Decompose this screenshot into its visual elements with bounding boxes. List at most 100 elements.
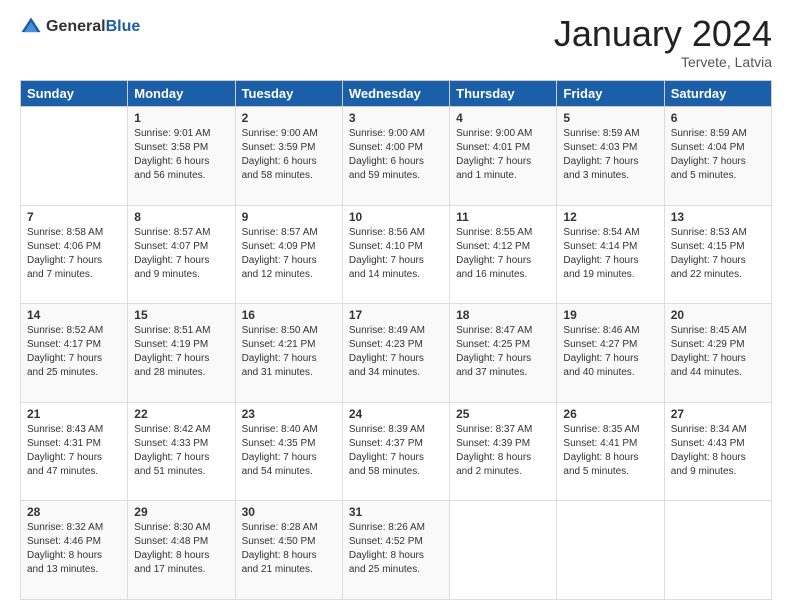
calendar-week-2: 7Sunrise: 8:58 AMSunset: 4:06 PMDaylight… (21, 205, 772, 304)
calendar-cell: 24 Sunrise: 8:39 AMSunset: 4:37 PMDayligh… (342, 402, 449, 501)
day-info: Sunrise: 8:58 AMSunset: 4:06 PMDaylight:… (27, 226, 121, 282)
day-number: 24 (349, 407, 443, 421)
calendar-cell: 31 Sunrise: 8:26 AMSunset: 4:52 PMDayligh… (342, 501, 449, 600)
calendar-cell: 1Sunrise: 9:01 AMSunset: 3:58 PMDaylight… (128, 107, 235, 206)
day-info: Sunrise: 8:57 AMSunset: 4:07 PMDaylight:… (134, 226, 228, 282)
logo-general: General (46, 18, 106, 35)
day-info: Sunrise: 8:56 AMSunset: 4:10 PMDaylight:… (349, 226, 443, 282)
day-number: 15 (134, 308, 228, 322)
day-number: 31 (349, 505, 443, 519)
calendar-cell (557, 501, 664, 600)
header-friday: Friday (557, 81, 664, 107)
day-info: Sunrise: 8:34 AMSunset: 4:43 PMDaylight:… (671, 423, 765, 479)
location: Tervete, Latvia (554, 54, 772, 70)
day-number: 26 (563, 407, 657, 421)
day-number: 30 (242, 505, 336, 519)
day-number: 2 (242, 111, 336, 125)
day-number: 19 (563, 308, 657, 322)
calendar: Sunday Monday Tuesday Wednesday Thursday… (20, 80, 772, 600)
calendar-cell (21, 107, 128, 206)
day-number: 12 (563, 210, 657, 224)
calendar-cell: 17Sunrise: 8:49 AMSunset: 4:23 PMDayligh… (342, 304, 449, 403)
day-info: Sunrise: 8:26 AMSunset: 4:52 PMDaylight:… (349, 521, 443, 577)
header-saturday: Saturday (664, 81, 771, 107)
calendar-cell: 21Sunrise: 8:43 AMSunset: 4:31 PMDayligh… (21, 402, 128, 501)
day-number: 16 (242, 308, 336, 322)
day-number: 27 (671, 407, 765, 421)
day-info: Sunrise: 8:40 AMSunset: 4:35 PMDaylight:… (242, 423, 336, 479)
calendar-cell: 12 Sunrise: 8:54 AMSunset: 4:14 PMDayligh… (557, 205, 664, 304)
day-info: Sunrise: 8:30 AMSunset: 4:48 PMDaylight:… (134, 521, 228, 577)
page: GeneralBlue January 2024 Tervete, Latvia… (0, 0, 792, 612)
calendar-cell: 3Sunrise: 9:00 AMSunset: 4:00 PMDaylight… (342, 107, 449, 206)
day-info: Sunrise: 8:57 AMSunset: 4:09 PMDaylight:… (242, 226, 336, 282)
day-number: 21 (27, 407, 121, 421)
day-info: Sunrise: 8:49 AMSunset: 4:23 PMDaylight:… (349, 324, 443, 380)
day-number: 8 (134, 210, 228, 224)
calendar-week-1: 1Sunrise: 9:01 AMSunset: 3:58 PMDaylight… (21, 107, 772, 206)
day-number: 1 (134, 111, 228, 125)
day-number: 11 (456, 210, 550, 224)
calendar-cell: 25 Sunrise: 8:37 AMSunset: 4:39 PMDayligh… (450, 402, 557, 501)
day-number: 28 (27, 505, 121, 519)
calendar-cell: 27 Sunrise: 8:34 AMSunset: 4:43 PMDayligh… (664, 402, 771, 501)
month-title: January 2024 (554, 16, 772, 52)
calendar-cell: 13Sunrise: 8:53 AMSunset: 4:15 PMDayligh… (664, 205, 771, 304)
calendar-cell: 5Sunrise: 8:59 AMSunset: 4:03 PMDaylight… (557, 107, 664, 206)
logo-text: GeneralBlue (46, 18, 140, 36)
day-info: Sunrise: 8:37 AMSunset: 4:39 PMDaylight:… (456, 423, 550, 479)
header-wednesday: Wednesday (342, 81, 449, 107)
day-info: Sunrise: 9:00 AMSunset: 3:59 PMDaylight:… (242, 127, 336, 183)
calendar-cell: 10 Sunrise: 8:56 AMSunset: 4:10 PMDayligh… (342, 205, 449, 304)
calendar-week-5: 28 Sunrise: 8:32 AMSunset: 4:46 PMDayligh… (21, 501, 772, 600)
calendar-cell: 22Sunrise: 8:42 AMSunset: 4:33 PMDayligh… (128, 402, 235, 501)
logo-icon (20, 16, 42, 38)
calendar-table: Sunday Monday Tuesday Wednesday Thursday… (20, 80, 772, 600)
day-number: 13 (671, 210, 765, 224)
day-number: 10 (349, 210, 443, 224)
day-number: 23 (242, 407, 336, 421)
calendar-cell: 26 Sunrise: 8:35 AMSunset: 4:41 PMDayligh… (557, 402, 664, 501)
weekday-header-row: Sunday Monday Tuesday Wednesday Thursday… (21, 81, 772, 107)
calendar-cell: 6 Sunrise: 8:59 AMSunset: 4:04 PMDaylight… (664, 107, 771, 206)
day-number: 6 (671, 111, 765, 125)
header-sunday: Sunday (21, 81, 128, 107)
day-info: Sunrise: 8:28 AMSunset: 4:50 PMDaylight:… (242, 521, 336, 577)
day-info: Sunrise: 8:35 AMSunset: 4:41 PMDaylight:… (563, 423, 657, 479)
calendar-cell: 11 Sunrise: 8:55 AMSunset: 4:12 PMDayligh… (450, 205, 557, 304)
day-number: 20 (671, 308, 765, 322)
day-number: 9 (242, 210, 336, 224)
title-section: January 2024 Tervete, Latvia (554, 16, 772, 70)
day-info: Sunrise: 8:54 AMSunset: 4:14 PMDaylight:… (563, 226, 657, 282)
day-info: Sunrise: 8:55 AMSunset: 4:12 PMDaylight:… (456, 226, 550, 282)
day-number: 14 (27, 308, 121, 322)
day-info: Sunrise: 8:46 AMSunset: 4:27 PMDaylight:… (563, 324, 657, 380)
day-info: Sunrise: 8:59 AMSunset: 4:04 PMDaylight:… (671, 127, 765, 183)
day-info: Sunrise: 8:52 AMSunset: 4:17 PMDaylight:… (27, 324, 121, 380)
calendar-cell: 9 Sunrise: 8:57 AMSunset: 4:09 PMDaylight… (235, 205, 342, 304)
day-number: 25 (456, 407, 550, 421)
day-info: Sunrise: 8:39 AMSunset: 4:37 PMDaylight:… (349, 423, 443, 479)
calendar-cell (450, 501, 557, 600)
calendar-cell: 4Sunrise: 9:00 AMSunset: 4:01 PMDaylight… (450, 107, 557, 206)
header-thursday: Thursday (450, 81, 557, 107)
calendar-cell: 19 Sunrise: 8:46 AMSunset: 4:27 PMDayligh… (557, 304, 664, 403)
calendar-week-3: 14 Sunrise: 8:52 AMSunset: 4:17 PMDayligh… (21, 304, 772, 403)
calendar-cell: 16 Sunrise: 8:50 AMSunset: 4:21 PMDayligh… (235, 304, 342, 403)
calendar-cell: 14 Sunrise: 8:52 AMSunset: 4:17 PMDayligh… (21, 304, 128, 403)
day-info: Sunrise: 9:00 AMSunset: 4:01 PMDaylight:… (456, 127, 550, 183)
day-info: Sunrise: 8:42 AMSunset: 4:33 PMDaylight:… (134, 423, 228, 479)
header: GeneralBlue January 2024 Tervete, Latvia (20, 16, 772, 70)
day-info: Sunrise: 8:47 AMSunset: 4:25 PMDaylight:… (456, 324, 550, 380)
calendar-week-4: 21Sunrise: 8:43 AMSunset: 4:31 PMDayligh… (21, 402, 772, 501)
day-info: Sunrise: 8:50 AMSunset: 4:21 PMDaylight:… (242, 324, 336, 380)
calendar-cell: 18Sunrise: 8:47 AMSunset: 4:25 PMDayligh… (450, 304, 557, 403)
calendar-cell: 28 Sunrise: 8:32 AMSunset: 4:46 PMDayligh… (21, 501, 128, 600)
logo: GeneralBlue (20, 16, 140, 38)
day-info: Sunrise: 8:45 AMSunset: 4:29 PMDaylight:… (671, 324, 765, 380)
calendar-cell: 20 Sunrise: 8:45 AMSunset: 4:29 PMDayligh… (664, 304, 771, 403)
day-info: Sunrise: 8:59 AMSunset: 4:03 PMDaylight:… (563, 127, 657, 183)
day-number: 3 (349, 111, 443, 125)
day-info: Sunrise: 8:32 AMSunset: 4:46 PMDaylight:… (27, 521, 121, 577)
header-tuesday: Tuesday (235, 81, 342, 107)
